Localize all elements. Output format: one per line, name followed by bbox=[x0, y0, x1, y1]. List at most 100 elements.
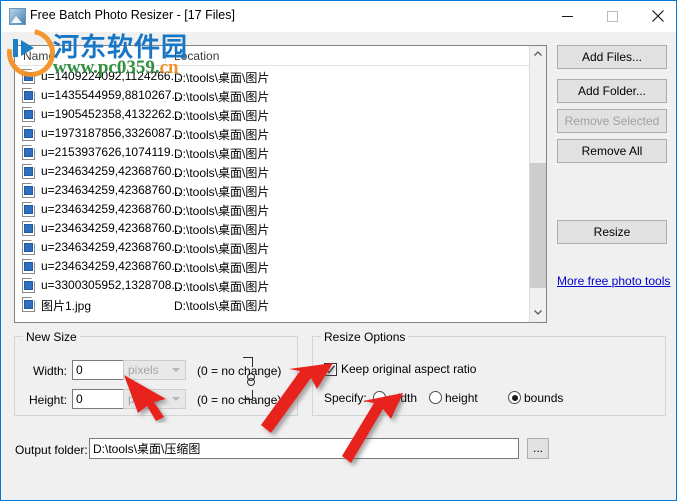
more-free-photo-tools-link[interactable]: More free photo tools bbox=[557, 274, 670, 288]
width-input[interactable] bbox=[72, 360, 125, 380]
link-bracket-top bbox=[243, 357, 253, 367]
column-header-location[interactable]: Location bbox=[174, 49, 219, 63]
scroll-down-icon bbox=[534, 310, 542, 315]
width-hint: (0 = no change) bbox=[197, 364, 282, 378]
file-name-cell: u=234634259,42368760... bbox=[41, 259, 182, 273]
scroll-up-button[interactable] bbox=[530, 46, 546, 63]
close-icon bbox=[651, 10, 664, 22]
link-bracket-bottom bbox=[243, 390, 253, 400]
file-list-header: Name Location bbox=[15, 46, 546, 66]
file-location-cell: D:\tools\桌面\图片 bbox=[174, 261, 270, 275]
radio-width[interactable] bbox=[373, 391, 386, 404]
height-input[interactable] bbox=[72, 389, 125, 409]
table-row[interactable]: u=234634259,42368760... D:\tools\桌面\图片 bbox=[15, 257, 529, 276]
radio-height[interactable] bbox=[429, 391, 442, 404]
file-location-cell: D:\tools\桌面\图片 bbox=[174, 242, 270, 256]
file-location-cell: D:\tools\桌面\图片 bbox=[174, 204, 270, 218]
file-list[interactable]: Name Location u=1409224092,1124266... D:\… bbox=[14, 45, 547, 323]
height-hint: (0 = no change) bbox=[197, 393, 282, 407]
keep-aspect-checkbox[interactable] bbox=[324, 363, 337, 376]
file-name-cell: u=234634259,42368760... bbox=[41, 183, 182, 197]
table-row[interactable]: u=1435544959,8810267... D:\tools\桌面\图片 bbox=[15, 86, 529, 105]
radio-bounds[interactable] bbox=[508, 391, 521, 404]
file-location-cell: D:\tools\桌面\图片 bbox=[174, 71, 270, 85]
table-row[interactable]: u=1409224092,1124266... D:\tools\桌面\图片 bbox=[15, 67, 529, 86]
file-name-cell: u=3300305952,1328708... bbox=[41, 278, 182, 292]
image-file-icon bbox=[22, 221, 35, 236]
chevron-down-icon bbox=[172, 368, 180, 372]
maximize-icon bbox=[607, 10, 618, 22]
app-window: Free Batch Photo Resizer - [17 Files] Na… bbox=[0, 0, 677, 501]
remove-selected-button: Remove Selected bbox=[557, 109, 667, 133]
add-files-button[interactable]: Add Files... bbox=[557, 45, 667, 69]
scroll-down-button[interactable] bbox=[530, 305, 546, 322]
image-file-icon bbox=[22, 202, 35, 217]
radio-width-label[interactable]: width bbox=[389, 391, 417, 405]
file-name-cell: u=2153937626,1074119... bbox=[41, 145, 181, 159]
table-row[interactable]: u=1973187856,3326087... D:\tools\桌面\图片 bbox=[15, 124, 529, 143]
radio-height-label[interactable]: height bbox=[445, 391, 478, 405]
scrollbar-thumb[interactable] bbox=[530, 163, 546, 288]
table-row[interactable]: u=234634259,42368760... D:\tools\桌面\图片 bbox=[15, 200, 529, 219]
output-folder-input[interactable] bbox=[89, 438, 519, 459]
table-row[interactable]: u=234634259,42368760... D:\tools\桌面\图片 bbox=[15, 219, 529, 238]
image-file-icon bbox=[22, 278, 35, 293]
file-name-cell: u=1409224092,1124266... bbox=[41, 69, 181, 83]
photo-app-icon bbox=[9, 8, 26, 25]
file-location-cell: D:\tools\桌面\图片 bbox=[174, 185, 270, 199]
image-file-icon bbox=[22, 183, 35, 198]
close-button[interactable] bbox=[635, 1, 676, 31]
checkmark-icon bbox=[326, 365, 336, 374]
width-label: Width: bbox=[33, 364, 68, 378]
width-unit-select[interactable]: pixels bbox=[123, 360, 186, 380]
file-location-cell: D:\tools\桌面\图片 bbox=[174, 280, 270, 294]
column-header-name[interactable]: Name bbox=[23, 49, 55, 63]
file-location-cell: D:\tools\桌面\图片 bbox=[174, 109, 270, 123]
minimize-icon bbox=[562, 15, 573, 17]
height-label: Height: bbox=[29, 393, 68, 407]
table-row[interactable]: u=2153937626,1074119... D:\tools\桌面\图片 bbox=[15, 143, 529, 162]
resize-button[interactable]: Resize bbox=[557, 220, 667, 244]
file-list-scrollbar[interactable] bbox=[529, 46, 546, 322]
maximize-button[interactable] bbox=[590, 1, 635, 31]
file-name-cell: u=234634259,42368760... bbox=[41, 240, 182, 254]
image-file-icon bbox=[22, 107, 35, 122]
table-row[interactable]: u=234634259,42368760... D:\tools\桌面\图片 bbox=[15, 238, 529, 257]
image-file-icon bbox=[22, 88, 35, 103]
specify-label: Specify: bbox=[324, 391, 367, 405]
chain-link-icon bbox=[247, 373, 255, 386]
file-name-cell: u=1973187856,3326087... bbox=[41, 126, 182, 140]
image-file-icon bbox=[22, 297, 35, 312]
file-location-cell: D:\tools\桌面\图片 bbox=[174, 299, 270, 313]
window-title: Free Batch Photo Resizer - [17 Files] bbox=[30, 8, 235, 22]
table-row[interactable]: u=234634259,42368760... D:\tools\桌面\图片 bbox=[15, 162, 529, 181]
height-unit-value: pixels bbox=[128, 392, 159, 406]
table-row[interactable]: u=234634259,42368760... D:\tools\桌面\图片 bbox=[15, 181, 529, 200]
file-location-cell: D:\tools\桌面\图片 bbox=[174, 223, 270, 237]
new-size-group-title: New Size bbox=[23, 330, 80, 344]
chevron-down-icon bbox=[172, 397, 180, 401]
table-row[interactable]: 图片1.jpg D:\tools\桌面\图片 bbox=[15, 295, 529, 314]
browse-output-folder-button[interactable]: ... bbox=[527, 438, 549, 459]
minimize-button[interactable] bbox=[545, 1, 590, 31]
output-folder-label: Output folder: bbox=[15, 443, 88, 457]
file-location-cell: D:\tools\桌面\图片 bbox=[174, 166, 270, 180]
table-row[interactable]: u=3300305952,1328708... D:\tools\桌面\图片 bbox=[15, 276, 529, 295]
add-folder-button[interactable]: Add Folder... bbox=[557, 79, 667, 103]
image-file-icon bbox=[22, 240, 35, 255]
file-name-cell: u=234634259,42368760... bbox=[41, 164, 182, 178]
file-name-cell: u=234634259,42368760... bbox=[41, 221, 182, 235]
radio-bounds-label[interactable]: bounds bbox=[524, 391, 563, 405]
height-unit-select[interactable]: pixels bbox=[123, 389, 186, 409]
remove-all-button[interactable]: Remove All bbox=[557, 139, 667, 163]
image-file-icon bbox=[22, 164, 35, 179]
table-row[interactable]: u=1905452358,4132262... D:\tools\桌面\图片 bbox=[15, 105, 529, 124]
column-divider[interactable] bbox=[165, 48, 166, 63]
keep-aspect-label[interactable]: Keep original aspect ratio bbox=[341, 362, 476, 376]
radio-selected-dot bbox=[511, 394, 518, 401]
file-list-rows: u=1409224092,1124266... D:\tools\桌面\图片 u=1… bbox=[15, 67, 529, 314]
file-name-cell: u=234634259,42368760... bbox=[41, 202, 182, 216]
image-file-icon bbox=[22, 145, 35, 160]
image-file-icon bbox=[22, 259, 35, 274]
file-location-cell: D:\tools\桌面\图片 bbox=[174, 128, 270, 142]
